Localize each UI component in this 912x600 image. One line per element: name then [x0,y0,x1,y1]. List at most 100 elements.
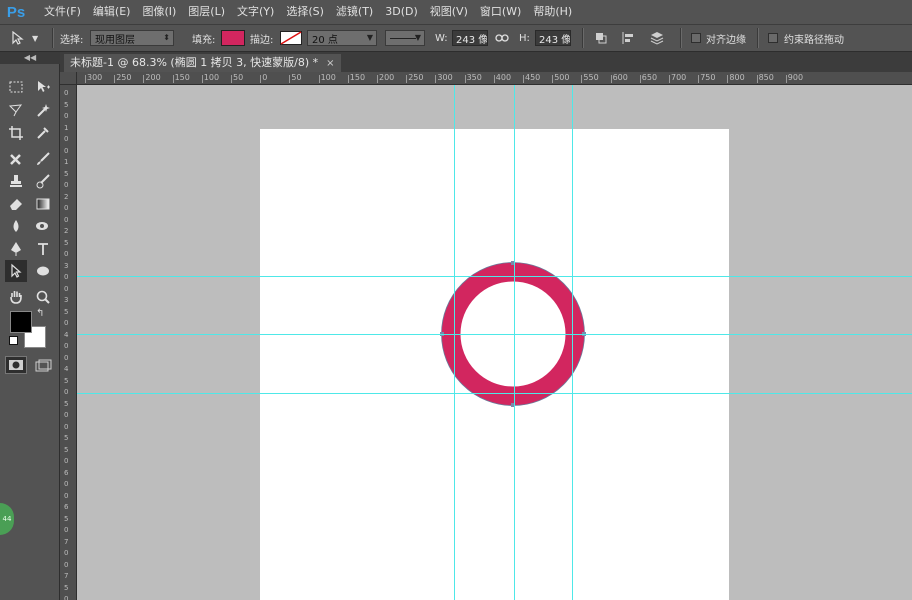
constrain-path-label: 约束路径拖动 [784,34,844,46]
ruler-tick-label: 0 [64,284,69,293]
height-label: H: [519,32,530,44]
quick-mask-button[interactable] [5,356,27,374]
hand-tool[interactable] [5,286,27,308]
ruler-origin[interactable] [60,72,77,85]
type-tool[interactable] [32,238,54,260]
ruler-tick-label: 250 [114,73,132,83]
lasso-icon [8,104,23,117]
select-dropdown[interactable]: 现用图层 ⬍ [90,30,174,46]
ruler-tick-label: 0 [64,250,69,258]
foreground-color-swatch[interactable] [10,311,32,333]
stroke-size-dropdown[interactable]: 20 点 ▼ [307,30,377,46]
horizontal-guide[interactable] [77,334,912,335]
move-tool[interactable] [32,76,54,98]
magic-wand-icon [37,104,50,117]
ruler-tick-label: 5 [64,583,69,592]
swap-colors-icon[interactable]: ↰ [36,308,44,319]
ruler-tick-label: 3 [64,296,69,304]
ruler-tick-label: 350 [464,73,482,83]
vertical-guide[interactable] [454,85,455,600]
ruler-tick-label: 5 [64,100,69,109]
menu-item[interactable]: 滤镜(T) [330,0,379,24]
eyedropper-tool[interactable] [32,122,54,144]
width-field[interactable]: 243 像素 [452,30,488,46]
path-selection-tool-preset[interactable]: ▼ [10,25,50,51]
stroke-line-icon [390,37,416,39]
dodge-tool[interactable] [32,215,54,237]
path-alignment-icon[interactable] [621,25,637,51]
toolbar-collapse-button[interactable]: ◀◀ [0,52,60,64]
menu-item[interactable]: 编辑(E) [87,0,137,24]
zoom-tool[interactable] [32,286,54,308]
menu-item[interactable]: 帮助(H) [527,0,578,24]
ruler-tick-label: 100 [201,73,220,83]
constrain-path-checkbox[interactable] [768,33,778,43]
ruler-tick-label: 0 [64,112,69,120]
ruler-tick-label: 6 [64,468,69,477]
menu-item[interactable]: 选择(S) [280,0,330,24]
default-colors-icon[interactable] [9,336,18,345]
close-icon[interactable]: × [326,58,334,69]
ruler-tick-label: 0 [64,353,69,362]
vertical-guide[interactable] [572,85,573,600]
canvas-workspace[interactable] [77,85,912,600]
ruler-tick-label: 400 [493,73,512,83]
menu-item[interactable]: 文字(Y) [231,0,280,24]
width-label: W: [435,32,448,44]
horizontal-guide[interactable] [77,393,912,394]
gradient-tool[interactable] [32,193,54,215]
magic-wand-tool[interactable] [32,99,54,121]
ruler-tick-label: 5 [64,376,69,385]
align-edges-checkbox[interactable] [691,33,701,43]
height-field[interactable]: 243 像素 [535,30,571,46]
menu-item[interactable]: 窗口(W) [474,0,527,24]
ruler-tick-label: 0 [64,480,69,488]
lasso-tool[interactable] [5,99,27,121]
brush-tool[interactable] [32,148,54,170]
pen-tool[interactable] [5,238,27,260]
path-arrangement-icon[interactable] [649,25,667,51]
path-operations-icon[interactable] [594,25,610,51]
ruler-tick-label: 150 [347,73,366,83]
ruler-tick-label: 0 [64,342,69,350]
link-icon[interactable] [495,25,511,51]
horizontal-guide[interactable] [77,276,912,277]
stroke-type-dropdown[interactable]: ▼ [385,30,425,46]
clone-stamp-tool[interactable] [5,170,27,192]
ruler-tick-label: 0 [64,215,69,224]
vertical-guide[interactable] [514,85,515,600]
options-bar: ▼ 选择: 现用图层 ⬍ 填充: 描边: 20 点 ▼ ▼ W: 243 像素 H:… [0,24,912,52]
vertical-ruler[interactable]: 0 5 0 1 0 0 1 5 0 2 0 0 2 5 0 3 0 0 3 5 0 4 0 0 4 5 0 5 0 0 5 5 0 6 0 0 6 5 0 7… [60,85,77,600]
menu-item[interactable]: 图像(I) [136,0,182,24]
marquee-tool[interactable] [5,76,27,98]
eyedropper-icon [37,127,49,139]
ruler-tick-label: 550 [581,73,599,83]
menu-item[interactable]: 文件(F) [38,0,87,24]
menu-item[interactable]: 图层(L) [182,0,231,24]
fill-swatch[interactable] [221,30,245,46]
ruler-tick-label: 2 [64,227,69,235]
blur-tool[interactable] [5,215,27,237]
ruler-tick-label: 4 [64,365,69,373]
ruler-tick-label: 0 [64,204,69,212]
ruler-tick-label: 200 [143,73,161,83]
horizontal-ruler[interactable]: 300 250 200 150 100 50 0 50 100 150 200 250 300 350 40… [77,72,912,85]
ruler-tick-label: 150 [172,73,190,83]
path-selection-tool[interactable] [5,260,27,282]
ruler-tick-label: 7 [64,537,69,546]
eraser-tool[interactable] [5,193,27,215]
history-brush-tool[interactable] [32,170,54,192]
quick-mask-icon [9,360,23,370]
divider [52,28,54,48]
ruler-tick-label: 0 [64,146,69,155]
screen-mode-button[interactable] [34,358,54,374]
crop-tool[interactable] [5,122,27,144]
ruler-tick-label: 5 [64,434,69,442]
select-value: 现用图层 [95,34,135,46]
menu-item[interactable]: 视图(V) [424,0,474,24]
document-tab[interactable]: 未标题-1 @ 68.3% (椭圆 1 拷贝 3, 快速蒙版/8) * × [64,54,341,72]
healing-tool[interactable] [5,148,27,170]
menu-item[interactable]: 3D(D) [379,0,424,24]
stroke-swatch[interactable] [280,30,304,46]
ellipse-tool[interactable] [32,260,54,282]
